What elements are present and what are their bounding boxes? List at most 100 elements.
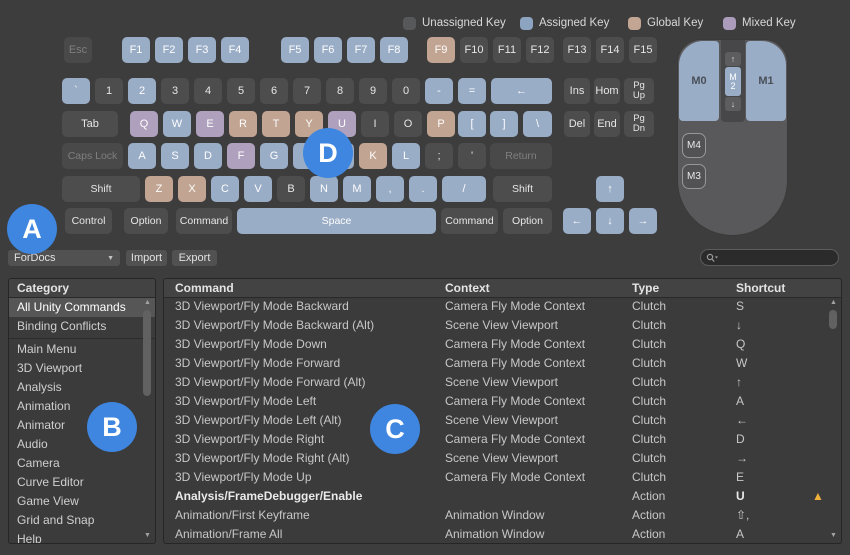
table-row[interactable]: 3D Viewport/Fly Mode Left (Alt)Scene Vie… bbox=[164, 411, 841, 430]
table-row[interactable]: 3D Viewport/Fly Mode Right (Alt)Scene Vi… bbox=[164, 449, 841, 468]
key-n[interactable]: N bbox=[310, 176, 338, 202]
key-x[interactable]: X bbox=[178, 176, 206, 202]
mouse-left-button[interactable]: M0 bbox=[679, 41, 719, 121]
mouse-wheel-down-icon[interactable]: ↓ bbox=[725, 97, 741, 111]
table-row[interactable]: 3D Viewport/Fly Mode Backward (Alt)Scene… bbox=[164, 316, 841, 335]
key-f[interactable]: F bbox=[227, 143, 255, 169]
key-4[interactable]: 4 bbox=[194, 78, 222, 104]
key-s[interactable]: S bbox=[161, 143, 189, 169]
key-quote[interactable]: ' bbox=[458, 143, 486, 169]
key-i[interactable]: I bbox=[361, 111, 389, 137]
key-6[interactable]: 6 bbox=[260, 78, 288, 104]
key-b[interactable]: B bbox=[277, 176, 305, 202]
key-ins[interactable]: Ins bbox=[564, 78, 590, 104]
category-item-analysis[interactable]: Analysis bbox=[9, 378, 155, 397]
key-f7[interactable]: F7 bbox=[347, 37, 375, 63]
key-tab[interactable]: Tab bbox=[62, 111, 118, 137]
scroll-up-icon[interactable]: ▲ bbox=[142, 298, 153, 308]
key-7[interactable]: 7 bbox=[293, 78, 321, 104]
key-a[interactable]: A bbox=[128, 143, 156, 169]
category-scrollbar[interactable]: ▲ ▼ bbox=[142, 298, 153, 541]
key-w[interactable]: W bbox=[163, 111, 191, 137]
key-o[interactable]: O bbox=[394, 111, 422, 137]
table-row[interactable]: 3D Viewport/Fly Mode Forward (Alt)Scene … bbox=[164, 373, 841, 392]
key-minus[interactable]: - bbox=[425, 78, 453, 104]
table-row[interactable]: 3D Viewport/Fly Mode DownCamera Fly Mode… bbox=[164, 335, 841, 354]
key-d[interactable]: D bbox=[194, 143, 222, 169]
table-row[interactable]: Animation/First KeyframeAnimation Window… bbox=[164, 506, 841, 525]
key-f13[interactable]: F13 bbox=[563, 37, 591, 63]
scroll-down-icon[interactable]: ▼ bbox=[142, 531, 153, 541]
category-item-camera[interactable]: Camera bbox=[9, 454, 155, 473]
search-field[interactable] bbox=[700, 249, 839, 266]
mouse-side-button-4[interactable]: M4 bbox=[682, 133, 706, 158]
key-caps-lock[interactable]: Caps Lock bbox=[62, 143, 123, 169]
key-option[interactable]: Option bbox=[124, 208, 168, 234]
table-scroll-thumb[interactable] bbox=[829, 310, 837, 329]
key-c[interactable]: C bbox=[211, 176, 239, 202]
search-input[interactable] bbox=[721, 251, 833, 265]
key-arrow-left-2[interactable]: ← bbox=[563, 208, 591, 234]
mouse-right-button[interactable]: M1 bbox=[746, 41, 786, 121]
key-semicolon[interactable]: ; bbox=[425, 143, 453, 169]
key-f5[interactable]: F5 bbox=[281, 37, 309, 63]
category-scroll-thumb[interactable] bbox=[143, 310, 151, 396]
table-row[interactable]: 3D Viewport/Fly Mode UpCamera Fly Mode C… bbox=[164, 468, 841, 487]
category-item-3d-viewport[interactable]: 3D Viewport bbox=[9, 359, 155, 378]
key-arrow-up[interactable]: ↑ bbox=[596, 176, 624, 202]
key-shift-2[interactable]: Shift bbox=[493, 176, 552, 202]
key-del[interactable]: Del bbox=[564, 111, 590, 137]
key-k[interactable]: K bbox=[359, 143, 387, 169]
key-g[interactable]: G bbox=[260, 143, 288, 169]
mouse-side-button-3[interactable]: M3 bbox=[682, 164, 706, 189]
key-m[interactable]: M bbox=[343, 176, 371, 202]
key-bracket-open[interactable]: [ bbox=[458, 111, 486, 137]
table-row[interactable]: 3D Viewport/Fly Mode LeftCamera Fly Mode… bbox=[164, 392, 841, 411]
key-pg-dn[interactable]: Pg Dn bbox=[624, 111, 654, 137]
key-control[interactable]: Control bbox=[65, 208, 112, 234]
key-0[interactable]: 0 bbox=[392, 78, 420, 104]
key-f4[interactable]: F4 bbox=[221, 37, 249, 63]
key-backtick[interactable]: ` bbox=[62, 78, 90, 104]
mouse-wheel-button[interactable]: M2 bbox=[725, 67, 741, 96]
category-item-game-view[interactable]: Game View bbox=[9, 492, 155, 511]
key-return[interactable]: Return bbox=[490, 143, 552, 169]
category-item-binding-conflicts[interactable]: Binding Conflicts bbox=[9, 317, 155, 336]
category-item-grid-and-snap[interactable]: Grid and Snap bbox=[9, 511, 155, 530]
key-f6[interactable]: F6 bbox=[314, 37, 342, 63]
key-v[interactable]: V bbox=[244, 176, 272, 202]
key-t[interactable]: T bbox=[262, 111, 290, 137]
key-f2[interactable]: F2 bbox=[155, 37, 183, 63]
import-button[interactable]: Import bbox=[126, 250, 167, 266]
category-item-help[interactable]: Help bbox=[9, 530, 155, 544]
key-r[interactable]: R bbox=[229, 111, 257, 137]
key-space[interactable]: Space bbox=[237, 208, 436, 234]
key-9[interactable]: 9 bbox=[359, 78, 387, 104]
key-pg-up[interactable]: Pg Up bbox=[624, 78, 654, 104]
key-option-2[interactable]: Option bbox=[503, 208, 552, 234]
key-5[interactable]: 5 bbox=[227, 78, 255, 104]
table-row[interactable]: Analysis/FrameDebugger/EnableActionU▲ bbox=[164, 487, 841, 506]
key-equals[interactable]: = bbox=[458, 78, 486, 104]
scroll-down-icon[interactable]: ▼ bbox=[828, 531, 839, 541]
key-esc[interactable]: Esc bbox=[64, 37, 92, 63]
table-row[interactable]: 3D Viewport/Fly Mode BackwardCamera Fly … bbox=[164, 297, 841, 316]
key-p[interactable]: P bbox=[427, 111, 455, 137]
key-z[interactable]: Z bbox=[145, 176, 173, 202]
table-row[interactable]: 3D Viewport/Fly Mode ForwardCamera Fly M… bbox=[164, 354, 841, 373]
key-l[interactable]: L bbox=[392, 143, 420, 169]
key-shift[interactable]: Shift bbox=[62, 176, 140, 202]
key-e[interactable]: E bbox=[196, 111, 224, 137]
key-slash[interactable]: / bbox=[442, 176, 486, 202]
key-arrow-left[interactable]: ← bbox=[491, 78, 552, 104]
table-row[interactable]: 3D Viewport/Fly Mode RightCamera Fly Mod… bbox=[164, 430, 841, 449]
table-scrollbar[interactable]: ▲ ▼ bbox=[828, 298, 839, 541]
category-item-all-unity-commands[interactable]: All Unity Commands bbox=[9, 298, 155, 317]
key-command[interactable]: Command bbox=[176, 208, 232, 234]
key-f10[interactable]: F10 bbox=[460, 37, 488, 63]
key-3[interactable]: 3 bbox=[161, 78, 189, 104]
key-q[interactable]: Q bbox=[130, 111, 158, 137]
key-f12[interactable]: F12 bbox=[526, 37, 554, 63]
export-button[interactable]: Export bbox=[172, 250, 217, 266]
key-2[interactable]: 2 bbox=[128, 78, 156, 104]
